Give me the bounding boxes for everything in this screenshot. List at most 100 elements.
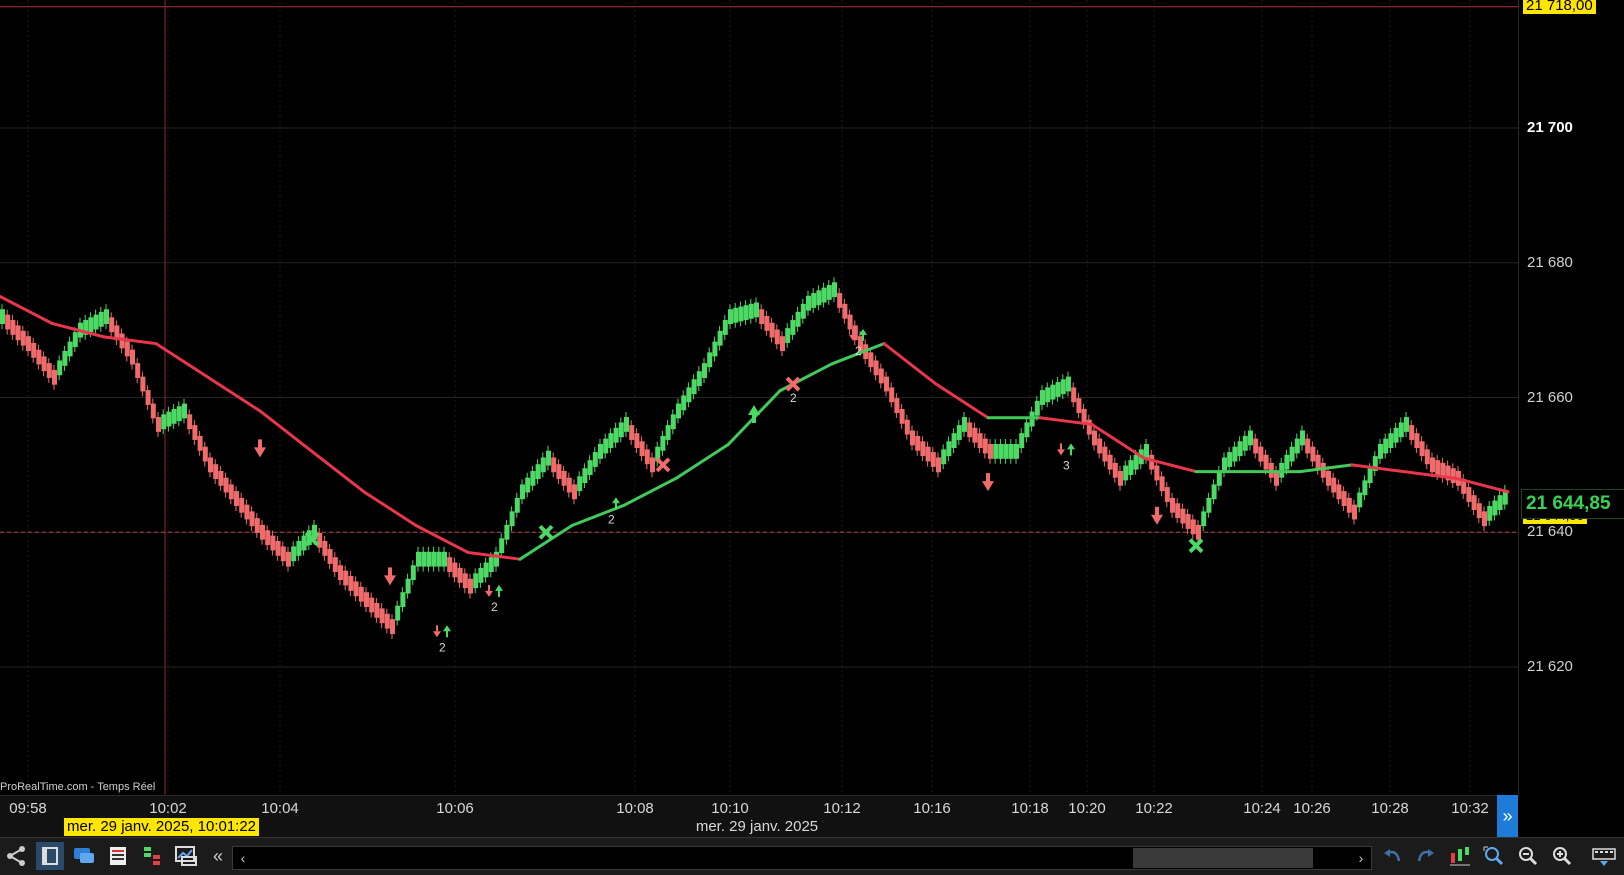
buy-arrow-icon [748, 404, 760, 415]
candle [390, 619, 395, 634]
candle [509, 511, 515, 527]
chat-icon[interactable] [70, 842, 98, 870]
time-axis[interactable]: 09:58 10:02 10:04 10:06 10:08 10:10 10:12 10:16… [0, 795, 1497, 838]
candle [223, 477, 229, 493]
candle [1185, 514, 1191, 529]
scroll-to-latest-button[interactable]: » [1497, 795, 1518, 837]
cursor-price-badge: 21 718,00 [1523, 0, 1596, 14]
share-icon[interactable] [2, 842, 30, 870]
candle [1040, 390, 1045, 405]
candle [442, 551, 447, 567]
collapse-left-icon[interactable]: « [204, 842, 232, 870]
horizontal-scrollbar[interactable]: ‹ › [232, 846, 1372, 870]
candle [384, 613, 390, 629]
zoom-in-icon[interactable] [1548, 842, 1576, 870]
current-price-badge: 21 644,85 [1521, 489, 1624, 519]
candle [265, 530, 271, 546]
orders-list-icon[interactable] [104, 842, 132, 870]
candle [1424, 449, 1430, 465]
candle [1258, 446, 1264, 462]
candle [748, 303, 754, 319]
candle [1383, 438, 1389, 454]
sell-arrow-icon [488, 584, 490, 591]
order-book-icon[interactable] [138, 842, 166, 870]
price-tick-label: 21 620 [1527, 657, 1573, 675]
candle [904, 419, 910, 435]
buy-arrow-icon [446, 630, 448, 638]
candle [993, 443, 999, 459]
scroll-right-icon[interactable]: › [1351, 847, 1371, 869]
time-tick-label: 10:24 [1243, 800, 1281, 817]
moving-average-segment [154, 342, 210, 379]
signal-count-label: 2 [790, 391, 797, 405]
undo-icon[interactable] [1378, 842, 1406, 870]
candle [1367, 468, 1373, 484]
candle [52, 369, 57, 385]
candle [873, 360, 879, 376]
chart-area[interactable]: 2 2 2 2 2 3 ProRealTime.com - Temps Réel [0, 0, 1518, 795]
candle [1263, 454, 1269, 470]
candle [670, 414, 676, 430]
candle [837, 293, 843, 308]
candle [213, 464, 219, 480]
candle [686, 387, 692, 403]
candle [1086, 419, 1092, 435]
candle [280, 546, 286, 562]
candle [728, 309, 733, 325]
time-tick-label: 10:32 [1451, 800, 1489, 817]
candle [587, 460, 593, 475]
candle [702, 363, 707, 378]
price-chart[interactable]: 2 2 2 2 2 3 [0, 0, 1518, 795]
signal-count-label: 2 [491, 600, 498, 614]
scrollbar-thumb[interactable] [1133, 848, 1313, 868]
candle [1419, 441, 1425, 457]
chart-type-icon[interactable] [1446, 842, 1474, 870]
candle [582, 468, 588, 484]
candle [676, 403, 681, 419]
candle [234, 491, 239, 506]
candle [1450, 468, 1456, 484]
candle [618, 422, 624, 438]
redo-icon[interactable] [1412, 842, 1440, 870]
candle [868, 352, 874, 368]
candle [426, 551, 432, 567]
candle [1107, 454, 1113, 470]
candle [202, 446, 208, 462]
candle [1045, 387, 1051, 403]
candle [46, 363, 52, 378]
candle [738, 306, 744, 322]
price-axis[interactable]: 21 700 21 680 21 660 21 640 21 620 21 718,00… [1518, 0, 1624, 795]
candle [1326, 470, 1331, 486]
candle [1092, 430, 1097, 446]
candle [785, 328, 791, 343]
candle [36, 349, 42, 365]
time-tick-label: 10:02 [149, 800, 187, 817]
time-tick-label: 10:04 [261, 800, 299, 817]
charts-window-icon[interactable] [172, 842, 200, 870]
candle [1476, 503, 1482, 519]
signal-count-label: 2 [855, 344, 862, 358]
zoom-fit-icon[interactable] [1480, 842, 1508, 870]
candle [1024, 422, 1030, 438]
sell-arrow-icon [388, 567, 392, 577]
panel-toggle-icon[interactable] [36, 842, 64, 870]
sell-arrow-icon [258, 439, 262, 449]
price-tick-label: 21 660 [1527, 388, 1573, 406]
candle [447, 557, 453, 572]
candle [1128, 460, 1134, 475]
candle [650, 457, 655, 473]
zoom-out-icon[interactable] [1514, 842, 1542, 870]
candle [1237, 441, 1243, 457]
candle [811, 293, 817, 308]
sell-arrow-icon [433, 631, 441, 638]
scroll-left-icon[interactable]: ‹ [233, 847, 253, 869]
candle [72, 332, 78, 347]
candle [925, 446, 931, 462]
candle [1144, 443, 1149, 459]
signal-count-label: 2 [439, 640, 446, 654]
candle [249, 511, 255, 527]
time-tick-label: 10:28 [1371, 800, 1409, 817]
candle [847, 314, 853, 330]
candle [920, 441, 926, 457]
keyboard-icon[interactable] [1590, 842, 1618, 870]
